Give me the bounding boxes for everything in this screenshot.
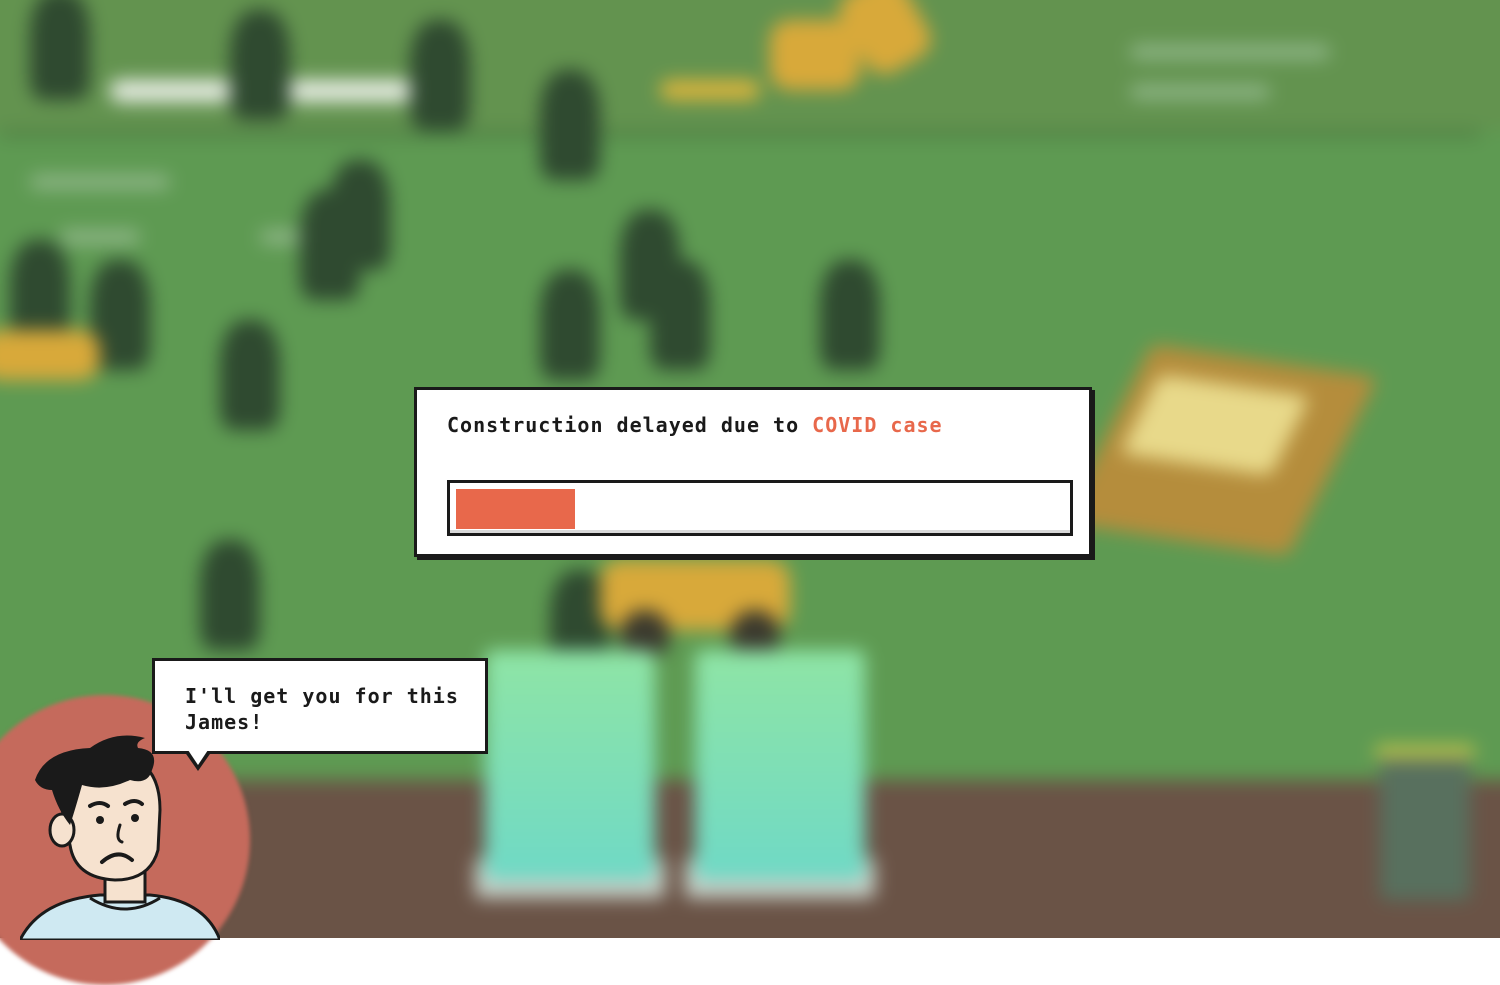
- tree: [200, 540, 260, 650]
- hud-area: [0, 0, 1500, 130]
- tree: [330, 160, 390, 270]
- tree: [540, 270, 600, 380]
- tree: [540, 70, 600, 180]
- excavator: [770, 20, 860, 90]
- hud-text-block: [30, 175, 170, 189]
- event-message: Construction delayed due to COVID case: [447, 412, 1047, 438]
- speech-bubble: I'll get you for this James!: [152, 658, 488, 754]
- action-card: [485, 650, 655, 880]
- trash-bin: [1380, 750, 1470, 900]
- event-message-highlight: COVID case: [812, 413, 943, 437]
- bulldozer: [0, 330, 100, 380]
- event-message-text: Construction delayed due to: [447, 413, 800, 437]
- event-dialog: Construction delayed due to COVID case: [414, 387, 1092, 557]
- tree: [650, 260, 710, 370]
- delay-progress-bar: [447, 480, 1073, 536]
- delay-progress-fill: [456, 489, 575, 529]
- trash-bin-lid: [1375, 745, 1475, 759]
- tree: [30, 0, 90, 100]
- tree: [230, 10, 290, 120]
- hud-text-block: [60, 230, 140, 244]
- tree: [410, 20, 470, 130]
- hud-rating-stars: [660, 80, 760, 100]
- speech-bubble-tail-fill: [188, 750, 208, 765]
- hud-divider: [0, 130, 1480, 138]
- hud-text-block: [1130, 85, 1270, 99]
- speech-bubble-text: I'll get you for this James!: [185, 684, 459, 734]
- action-card: [695, 650, 865, 880]
- tree: [820, 260, 880, 370]
- hud-text-block: [1130, 45, 1330, 59]
- tree: [220, 320, 280, 430]
